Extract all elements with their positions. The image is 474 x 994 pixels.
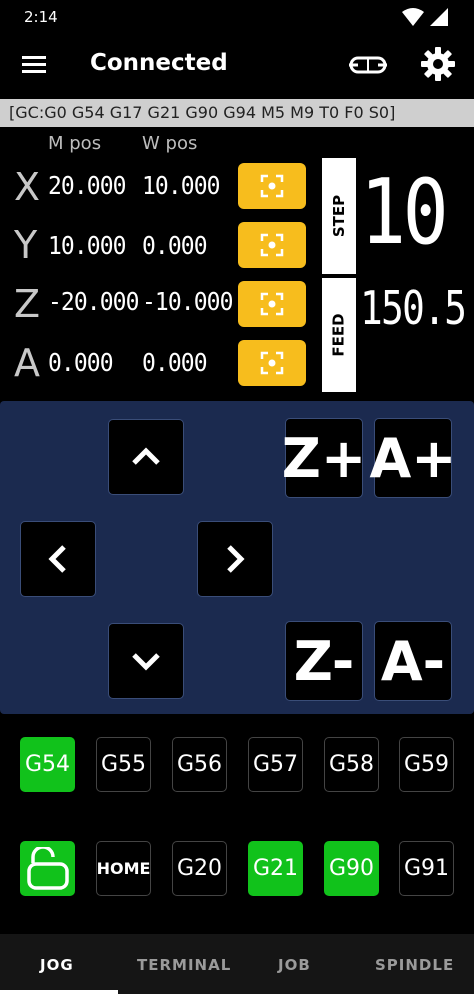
mpos-x: 20.000 [48, 171, 126, 200]
axis-letter-a: A [14, 341, 40, 385]
unlock-icon [26, 846, 69, 890]
connection-button[interactable] [347, 50, 389, 80]
wcs-g57-button[interactable]: G57 [248, 737, 303, 792]
wcs-g56-button[interactable]: G56 [172, 737, 227, 792]
app-title: Connected [90, 50, 228, 76]
wpos-y: 0.000 [142, 231, 208, 260]
jog-up-button[interactable] [108, 419, 184, 495]
zero-x-button[interactable] [238, 163, 306, 209]
wifi-signal-icon [402, 8, 448, 26]
step-label-button[interactable]: STEP [322, 158, 356, 274]
zero-y-button[interactable] [238, 222, 306, 268]
jog-a-minus-button[interactable]: A- [374, 621, 452, 701]
unlock-button[interactable] [20, 841, 75, 896]
wcs-g55-button[interactable]: G55 [96, 737, 151, 792]
hamburger-icon [22, 56, 46, 73]
tab-terminal[interactable]: TERMINAL [137, 956, 231, 974]
crosshair-focus-icon [260, 174, 284, 198]
step-label: STEP [330, 194, 348, 238]
status-time: 2:14 [24, 8, 58, 26]
wpos-header: W pos [142, 133, 198, 154]
gear-icon [421, 47, 455, 81]
plug-connected-icon [349, 56, 387, 74]
home-button[interactable]: HOME [96, 841, 151, 896]
mpos-header: M pos [48, 133, 102, 154]
feed-value: 150.5 [360, 281, 467, 335]
settings-button[interactable] [418, 44, 458, 84]
g91-button[interactable]: G91 [399, 841, 454, 896]
crosshair-focus-icon [260, 233, 284, 257]
status-icons [400, 6, 450, 30]
wpos-z: -10.000 [142, 287, 233, 316]
wcs-g59-button[interactable]: G59 [399, 737, 454, 792]
wpos-x: 10.000 [142, 171, 220, 200]
zero-a-button[interactable] [238, 340, 306, 386]
step-value: 10 [360, 160, 449, 265]
mpos-z: -20.000 [48, 287, 139, 316]
tab-jog[interactable]: JOG [40, 956, 74, 974]
tab-job[interactable]: JOB [278, 956, 311, 974]
jog-a-plus-button[interactable]: A+ [369, 418, 457, 498]
feed-label-button[interactable]: FEED [322, 278, 356, 392]
g90-button[interactable]: G90 [324, 841, 379, 896]
jog-z-plus-button[interactable]: Z+ [282, 418, 366, 498]
jog-down-button[interactable] [108, 623, 184, 699]
wcs-g54-button[interactable]: G54 [20, 737, 75, 792]
crosshair-focus-icon [260, 292, 284, 316]
chevron-down-icon [132, 653, 160, 671]
chevron-up-icon [132, 447, 160, 465]
chevron-left-icon [48, 545, 66, 573]
wpos-a: 0.000 [142, 348, 208, 377]
chevron-right-icon [227, 545, 245, 573]
jog-right-button[interactable] [197, 521, 273, 597]
wcs-g58-button[interactable]: G58 [324, 737, 379, 792]
axis-letter-x: X [14, 165, 41, 209]
active-tab-indicator [0, 990, 118, 994]
tab-spindle[interactable]: SPINDLE [375, 956, 454, 974]
axis-letter-z: Z [14, 282, 41, 326]
zero-z-button[interactable] [238, 281, 306, 327]
mpos-y: 10.000 [48, 231, 126, 260]
g20-button[interactable]: G20 [172, 841, 227, 896]
gcode-state-bar: [GC:G0 G54 G17 G21 G90 G94 M5 M9 T0 F0 S… [0, 99, 474, 127]
mpos-a: 0.000 [48, 348, 114, 377]
jog-left-button[interactable] [20, 521, 96, 597]
home-label: HOME [96, 859, 151, 878]
feed-label: FEED [330, 313, 349, 357]
menu-button[interactable] [18, 50, 52, 80]
g21-button[interactable]: G21 [248, 841, 303, 896]
axis-letter-y: Y [14, 223, 38, 267]
jog-z-minus-button[interactable]: Z- [285, 621, 363, 701]
crosshair-focus-icon [260, 351, 284, 375]
